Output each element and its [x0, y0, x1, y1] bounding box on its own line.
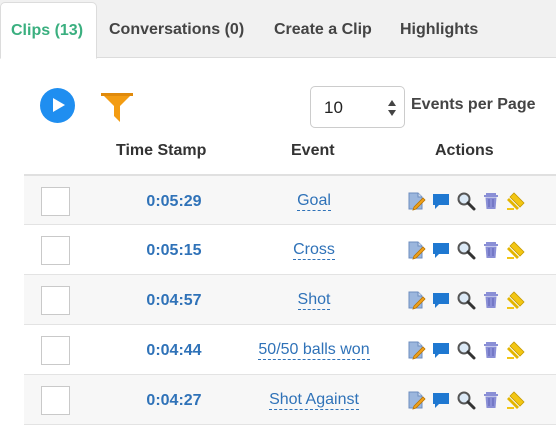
search-icon[interactable]	[456, 290, 476, 310]
row-timestamp: 0:04:27	[146, 392, 202, 409]
trash-icon[interactable]	[481, 290, 501, 310]
edit-icon[interactable]	[406, 191, 426, 211]
tab-highlights[interactable]: Highlights	[400, 0, 478, 58]
table-row: 0:04:57 Shot	[24, 275, 556, 325]
trash-icon[interactable]	[481, 340, 501, 360]
search-icon[interactable]	[456, 191, 476, 211]
search-icon[interactable]	[456, 340, 476, 360]
table-row: 0:05:29 Goal	[24, 174, 556, 225]
highlighter-icon[interactable]	[506, 290, 526, 310]
highlighter-icon[interactable]	[506, 390, 526, 410]
row-event-link[interactable]: Shot Against	[269, 391, 359, 410]
row-checkbox[interactable]	[41, 286, 70, 315]
row-event-link[interactable]: 50/50 balls won	[258, 341, 370, 360]
comment-icon[interactable]	[431, 290, 451, 310]
row-checkbox[interactable]	[41, 336, 70, 365]
trash-icon[interactable]	[481, 390, 501, 410]
edit-icon[interactable]	[406, 390, 426, 410]
row-checkbox[interactable]	[41, 236, 70, 265]
row-event-link[interactable]: Goal	[297, 192, 331, 211]
play-icon[interactable]	[40, 88, 75, 123]
edit-icon[interactable]	[406, 340, 426, 360]
header-event: Event	[291, 142, 335, 159]
trash-icon[interactable]	[481, 240, 501, 260]
edit-icon[interactable]	[406, 240, 426, 260]
clips-table: 0:05:29 Goal 0:05:15 Cross 0:04:57 Shot …	[24, 174, 556, 425]
row-checkbox[interactable]	[41, 187, 70, 216]
row-timestamp: 0:04:44	[146, 342, 202, 359]
tab-create-a-clip[interactable]: Create a Clip	[274, 0, 372, 58]
filter-icon[interactable]	[100, 90, 134, 124]
comment-icon[interactable]	[431, 240, 451, 260]
highlighter-icon[interactable]	[506, 240, 526, 260]
row-checkbox[interactable]	[41, 386, 70, 415]
comment-icon[interactable]	[431, 390, 451, 410]
table-row: 0:04:27 Shot Against	[24, 375, 556, 425]
events-per-page-value: 10	[324, 98, 343, 117]
row-event-cell: Shot	[204, 291, 424, 310]
search-icon[interactable]	[456, 390, 476, 410]
trash-icon[interactable]	[481, 191, 501, 211]
header-actions: Actions	[435, 142, 494, 159]
row-event-cell: Cross	[204, 241, 424, 260]
highlighter-icon[interactable]	[506, 191, 526, 211]
table-row: 0:05:15 Cross	[24, 225, 556, 275]
tab-conversations[interactable]: Conversations (0)	[109, 0, 244, 58]
table-row: 0:04:44 50/50 balls won	[24, 325, 556, 375]
comment-icon[interactable]	[431, 191, 451, 211]
row-event-link[interactable]: Shot	[297, 291, 331, 310]
events-per-page-label: Events per Page	[411, 96, 536, 113]
search-icon[interactable]	[456, 240, 476, 260]
header-time-stamp: Time Stamp	[116, 142, 207, 159]
tab-bar: Clips (13) Conversations (0) Create a Cl…	[0, 0, 556, 59]
tab-clips[interactable]: Clips (13)	[0, 2, 97, 59]
row-timestamp: 0:05:29	[146, 193, 202, 210]
up-down-arrows-icon	[388, 100, 396, 116]
row-timestamp: 0:05:15	[146, 242, 202, 259]
comment-icon[interactable]	[431, 340, 451, 360]
row-event-link[interactable]: Cross	[293, 241, 335, 260]
edit-icon[interactable]	[406, 290, 426, 310]
highlighter-icon[interactable]	[506, 340, 526, 360]
row-timestamp: 0:04:57	[146, 292, 202, 309]
row-event-cell: Goal	[204, 192, 424, 211]
row-event-cell: Shot Against	[204, 391, 424, 410]
row-event-cell: 50/50 balls won	[204, 341, 424, 360]
events-per-page-select[interactable]: 10	[310, 86, 405, 128]
